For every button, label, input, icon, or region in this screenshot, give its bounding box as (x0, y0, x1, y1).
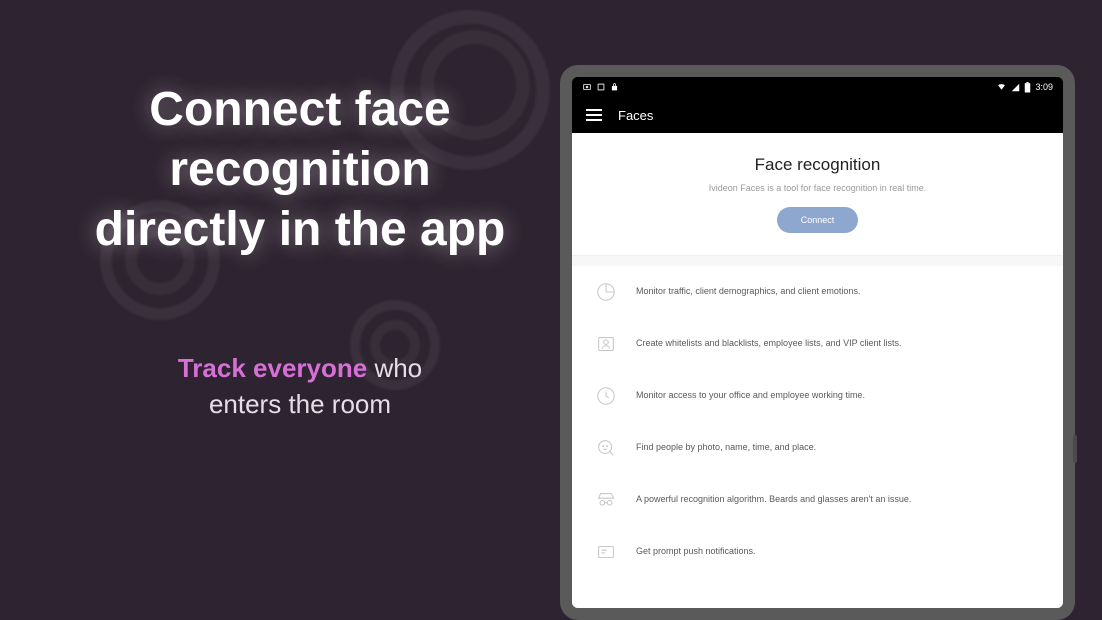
status-left (582, 82, 619, 92)
app-content: Face recognition Ivideon Faces is a tool… (572, 133, 1063, 608)
feature-text: Create whitelists and blacklists, employ… (636, 338, 901, 350)
promo-subline: Track everyone who enters the room (40, 350, 560, 423)
promo-headline: Connect face recognition directly in the… (40, 80, 560, 260)
signal-icon (1011, 83, 1020, 92)
clock-icon (594, 384, 618, 408)
feature-text: Monitor traffic, client demographics, an… (636, 286, 860, 298)
feature-item: Monitor access to your office and employ… (572, 370, 1063, 422)
search-face-icon (594, 436, 618, 460)
status-right: 3:09 (996, 82, 1053, 93)
hero-subtitle: Ivideon Faces is a tool for face recogni… (612, 183, 1023, 193)
tablet-frame: 3:09 Faces Face recognition Ivideon Face… (560, 65, 1075, 620)
screenshot-icon (582, 82, 592, 92)
tablet-screen: 3:09 Faces Face recognition Ivideon Face… (572, 77, 1063, 608)
promo-copy: Connect face recognition directly in the… (40, 80, 560, 423)
subline-text: enters the room (209, 389, 391, 419)
headline-line: recognition (40, 140, 560, 200)
feature-text: Find people by photo, name, time, and pl… (636, 442, 816, 454)
connect-button[interactable]: Connect (777, 207, 859, 233)
hero-title: Face recognition (612, 155, 1023, 175)
headline-line: directly in the app (40, 200, 560, 260)
feature-item: Monitor traffic, client demographics, an… (572, 266, 1063, 318)
tablet-power-button (1073, 435, 1077, 463)
pie-chart-icon (594, 280, 618, 304)
status-bar: 3:09 (572, 77, 1063, 97)
subline-highlight: Track everyone (178, 353, 367, 383)
status-time: 3:09 (1035, 82, 1053, 92)
feature-item: Create whitelists and blacklists, employ… (572, 318, 1063, 370)
subline-text: who (367, 353, 422, 383)
feature-item: A powerful recognition algorithm. Beards… (572, 474, 1063, 526)
feature-text: A powerful recognition algorithm. Beards… (636, 494, 911, 506)
screenshot-icon (596, 82, 606, 92)
feature-text: Get prompt push notifications. (636, 546, 756, 558)
feature-item: Find people by photo, name, time, and pl… (572, 422, 1063, 474)
wifi-icon (996, 83, 1007, 92)
hero-section: Face recognition Ivideon Faces is a tool… (572, 133, 1063, 256)
lock-icon (610, 82, 619, 92)
id-card-icon (594, 332, 618, 356)
battery-icon (1024, 82, 1031, 93)
incognito-icon (594, 488, 618, 512)
app-bar: Faces (572, 97, 1063, 133)
feature-item: Get prompt push notifications. (572, 526, 1063, 578)
menu-icon[interactable] (586, 109, 602, 121)
app-bar-title: Faces (618, 108, 653, 123)
headline-line: Connect face (40, 80, 560, 140)
feature-text: Monitor access to your office and employ… (636, 390, 865, 402)
features-list: Monitor traffic, client demographics, an… (572, 266, 1063, 608)
notification-icon (594, 540, 618, 564)
